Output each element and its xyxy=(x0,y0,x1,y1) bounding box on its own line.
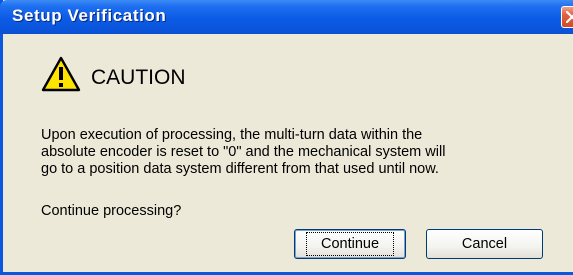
close-button[interactable] xyxy=(561,6,573,28)
message-line: absolute encoder is reset to "0" and the… xyxy=(41,144,446,160)
warning-triangle-icon xyxy=(41,56,81,92)
close-icon xyxy=(566,11,573,23)
continue-button[interactable]: Continue xyxy=(294,229,406,259)
warning-message: Upon execution of processing, the multi-… xyxy=(41,127,561,178)
title-bar[interactable]: Setup Verification xyxy=(0,0,573,34)
window-title: Setup Verification xyxy=(12,6,167,25)
message-line: Upon execution of processing, the multi-… xyxy=(41,127,423,143)
continue-button-label: Continue xyxy=(305,232,395,256)
cancel-button[interactable]: Cancel xyxy=(426,229,543,259)
setup-verification-dialog: Setup Verification CAUTION Upon executio… xyxy=(0,0,573,275)
cancel-button-label: Cancel xyxy=(461,236,508,252)
message-line: go to a position data system different f… xyxy=(41,161,439,177)
confirmation-prompt: Continue processing? xyxy=(41,203,182,219)
caution-heading: CAUTION xyxy=(91,66,186,89)
